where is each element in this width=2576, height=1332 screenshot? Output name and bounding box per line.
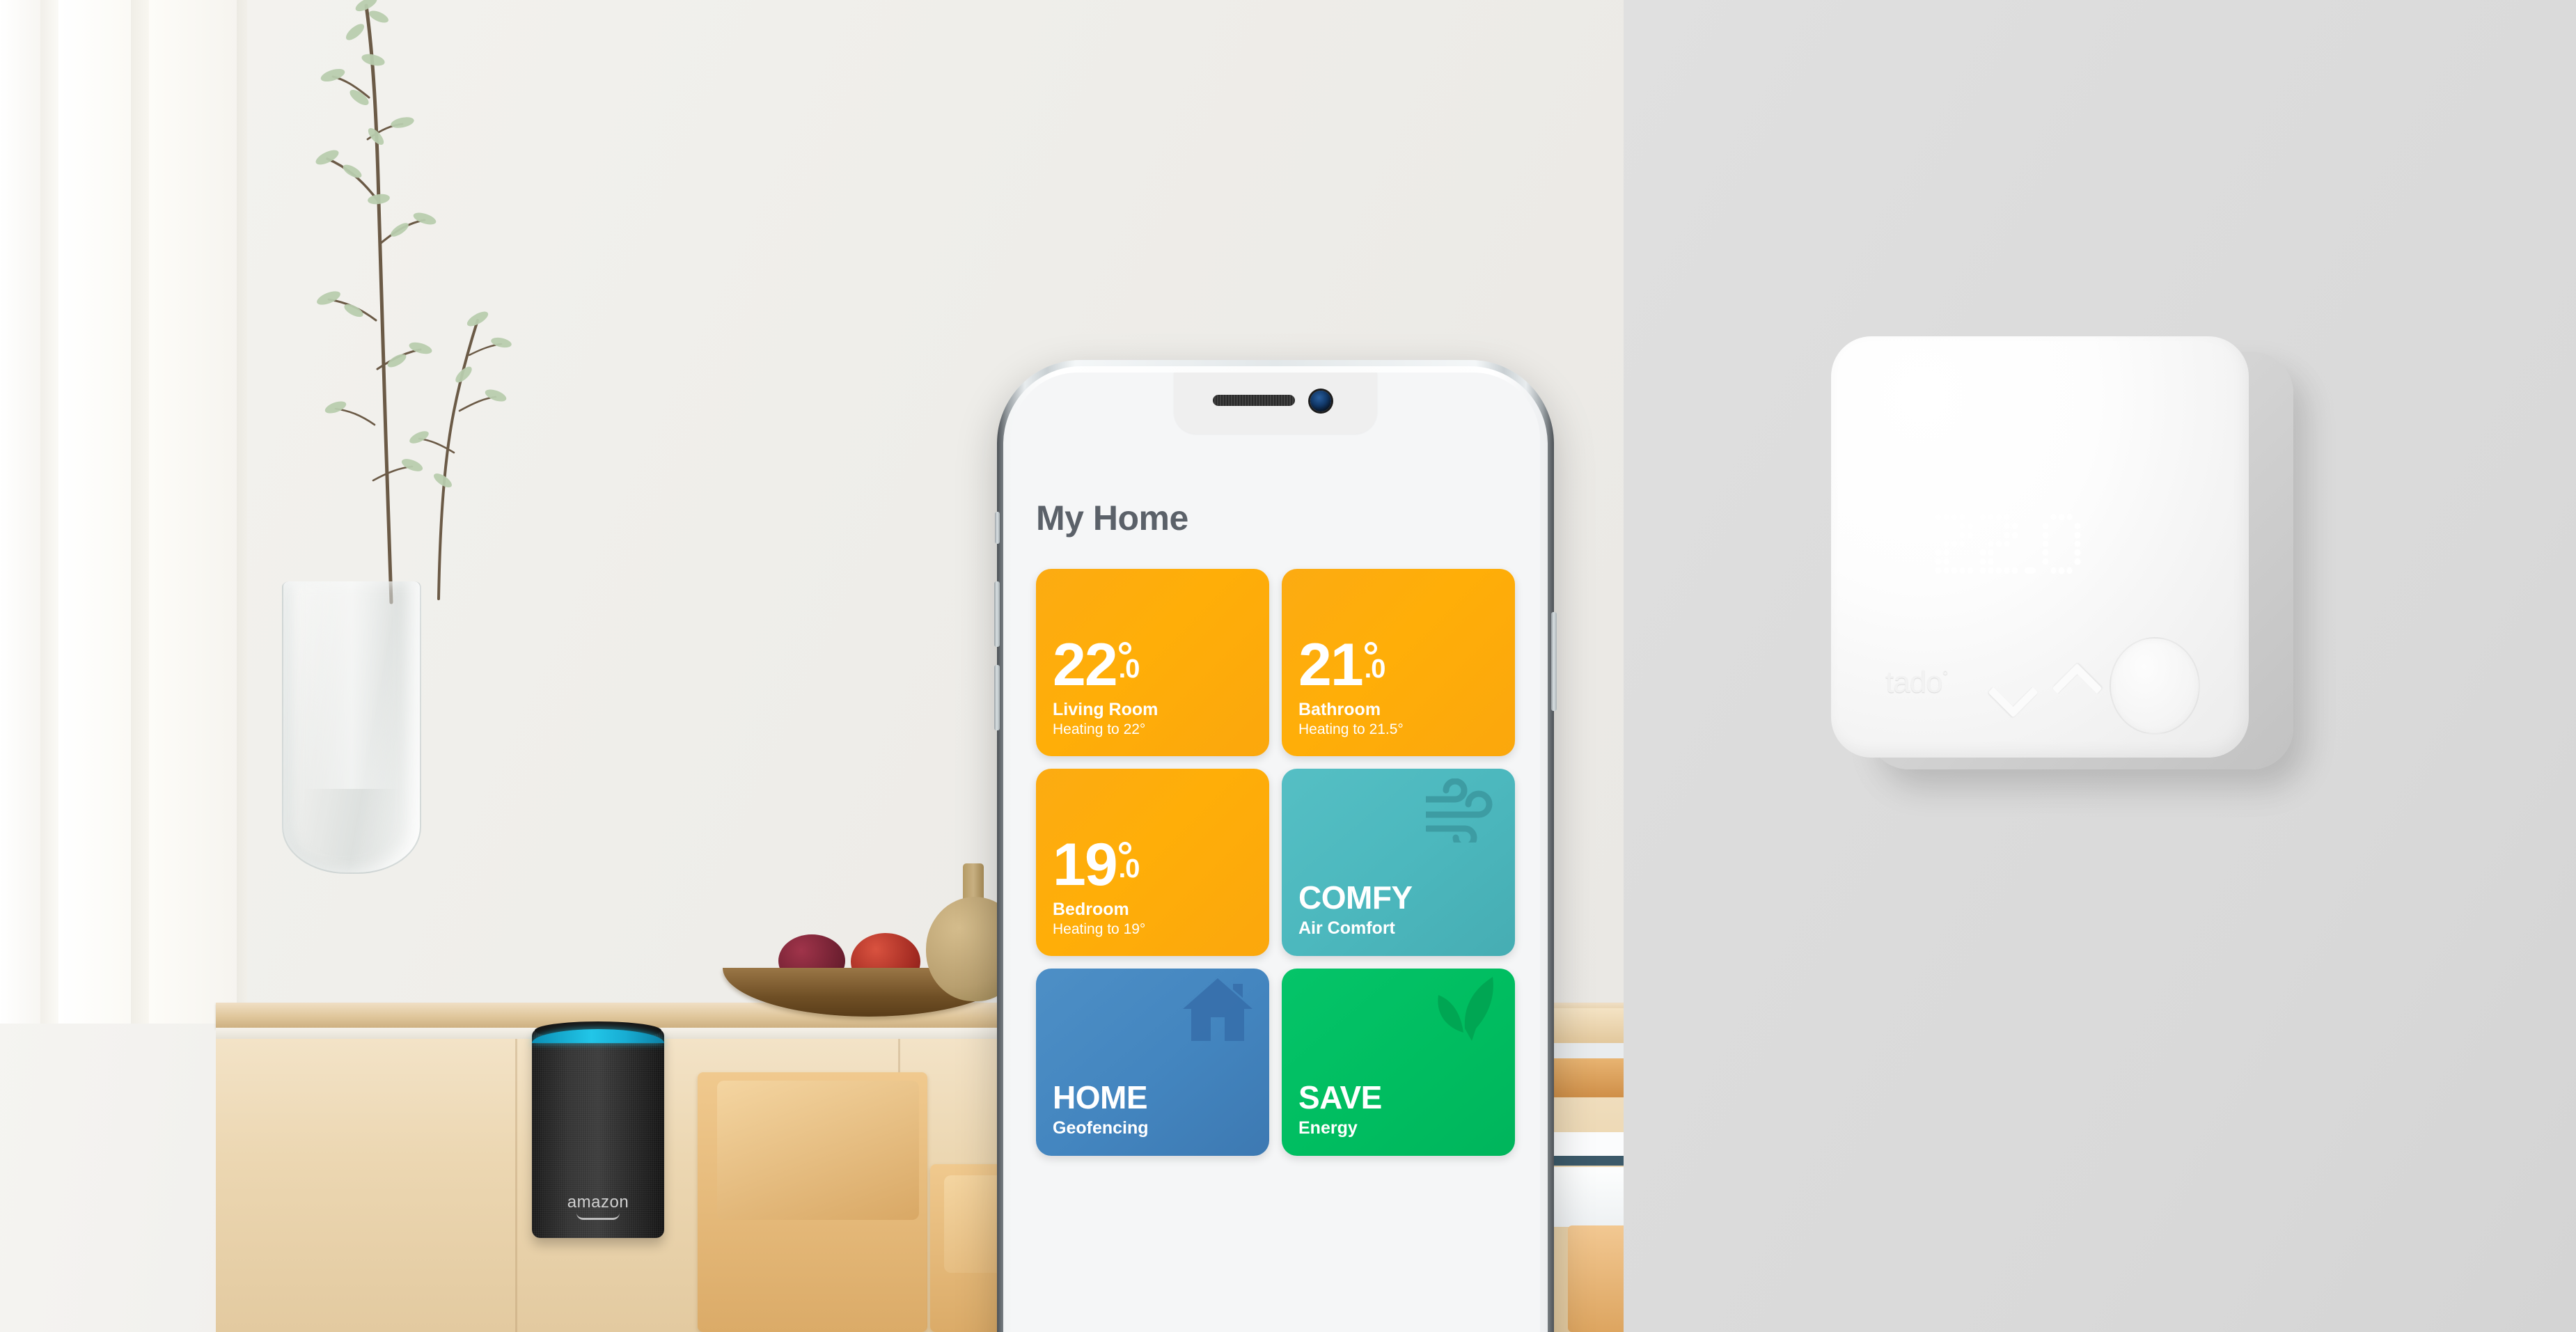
window-light-stripe: [149, 0, 239, 1024]
temperature-readout: 22 .0: [1053, 632, 1252, 699]
window-light-stripe: [40, 0, 58, 1024]
amazon-logo: amazon: [532, 1193, 664, 1220]
window-light-stripe: [0, 0, 42, 1024]
tile-name: Energy: [1298, 1118, 1358, 1138]
tile-name: Living Room: [1053, 699, 1159, 719]
wooden-chair-back: [717, 1081, 919, 1220]
stacked-dish: [1568, 1225, 1624, 1332]
mode-label: HOME: [1053, 1079, 1148, 1115]
tile-name: Bedroom: [1053, 899, 1129, 919]
smartphone-mockup: My Home 22 .0 Living Room Heating to 22°: [994, 360, 1557, 1332]
degree-icon: [1118, 642, 1131, 655]
temperature-readout: 19 .0: [1053, 831, 1252, 899]
branch-decoration: [315, 0, 512, 604]
volume-up-button[interactable]: [994, 581, 1000, 647]
temperature-decimal: .0: [1118, 854, 1140, 884]
temperature-integer: 19: [1053, 831, 1118, 899]
tile-air-comfort[interactable]: COMFY Air Comfort: [1282, 769, 1515, 956]
glass-vase: [282, 581, 421, 874]
tado-app-home-screen: My Home 22 .0 Living Room Heating to 22°: [1011, 373, 1540, 1332]
led-decimal-point: [2025, 514, 2036, 574]
mute-switch[interactable]: [995, 512, 1000, 544]
tado-brand-logo: tado°: [1885, 665, 1949, 700]
house-icon: [1183, 978, 1252, 1041]
tado-smart-thermostat[interactable]: tado°: [1831, 336, 2293, 778]
temperature-integer: 22: [1053, 632, 1118, 699]
tile-status: Heating to 19°: [1053, 921, 1146, 937]
tile-bedroom[interactable]: 19 .0 Bedroom Heating to 19°: [1036, 769, 1269, 956]
tile-name: Air Comfort: [1298, 918, 1395, 938]
chevron-down-icon[interactable]: [1990, 668, 2030, 708]
tado-wordmark: tado: [1885, 665, 1943, 699]
tile-energy[interactable]: SAVE Energy: [1282, 969, 1515, 1156]
leaf-icon: [1438, 977, 1493, 1041]
wind-icon: [1426, 778, 1493, 843]
led-digit: [1980, 514, 2018, 574]
tile-name: Geofencing: [1053, 1118, 1149, 1138]
window-light-stripe: [131, 0, 150, 1024]
temperature-decimal: .0: [1364, 655, 1386, 684]
volume-down-button[interactable]: [994, 665, 1000, 730]
tiles-grid: 22 .0 Living Room Heating to 22° 21 .0 B…: [1036, 569, 1515, 1156]
tile-name: Bathroom: [1298, 699, 1381, 719]
led-digit: [1935, 514, 1973, 574]
tile-status: Heating to 21.5°: [1298, 721, 1404, 737]
degree-icon: [1118, 842, 1131, 855]
mode-label: SAVE: [1298, 1079, 1382, 1115]
temperature-integer: 21: [1298, 632, 1364, 699]
temperature-readout: 21 .0: [1298, 632, 1498, 699]
amazon-echo-speaker: amazon: [532, 1021, 664, 1238]
page-title: My Home: [1036, 499, 1188, 538]
chevron-up-icon[interactable]: [2054, 664, 2094, 704]
degree-icon: [1364, 642, 1377, 655]
mode-label: COMFY: [1298, 879, 1413, 916]
tado-degree-mark: °: [1942, 667, 1949, 685]
tile-status: Heating to 22°: [1053, 721, 1146, 737]
thermostat-led-display: [1935, 495, 2165, 593]
tile-geofencing[interactable]: HOME Geofencing: [1036, 969, 1269, 1156]
thermostat-face: tado°: [1831, 336, 2249, 758]
window-light-stripe: [58, 0, 132, 1024]
temperature-decimal: .0: [1118, 655, 1140, 684]
tile-bathroom[interactable]: 21 .0 Bathroom Heating to 21.5°: [1282, 569, 1515, 756]
thermostat-action-button[interactable]: [2110, 637, 2200, 735]
power-button[interactable]: [1551, 612, 1557, 711]
phone-screen: My Home 22 .0 Living Room Heating to 22°: [1011, 373, 1540, 1332]
tile-living-room[interactable]: 22 .0 Living Room Heating to 22°: [1036, 569, 1269, 756]
led-digit: [2043, 514, 2080, 574]
